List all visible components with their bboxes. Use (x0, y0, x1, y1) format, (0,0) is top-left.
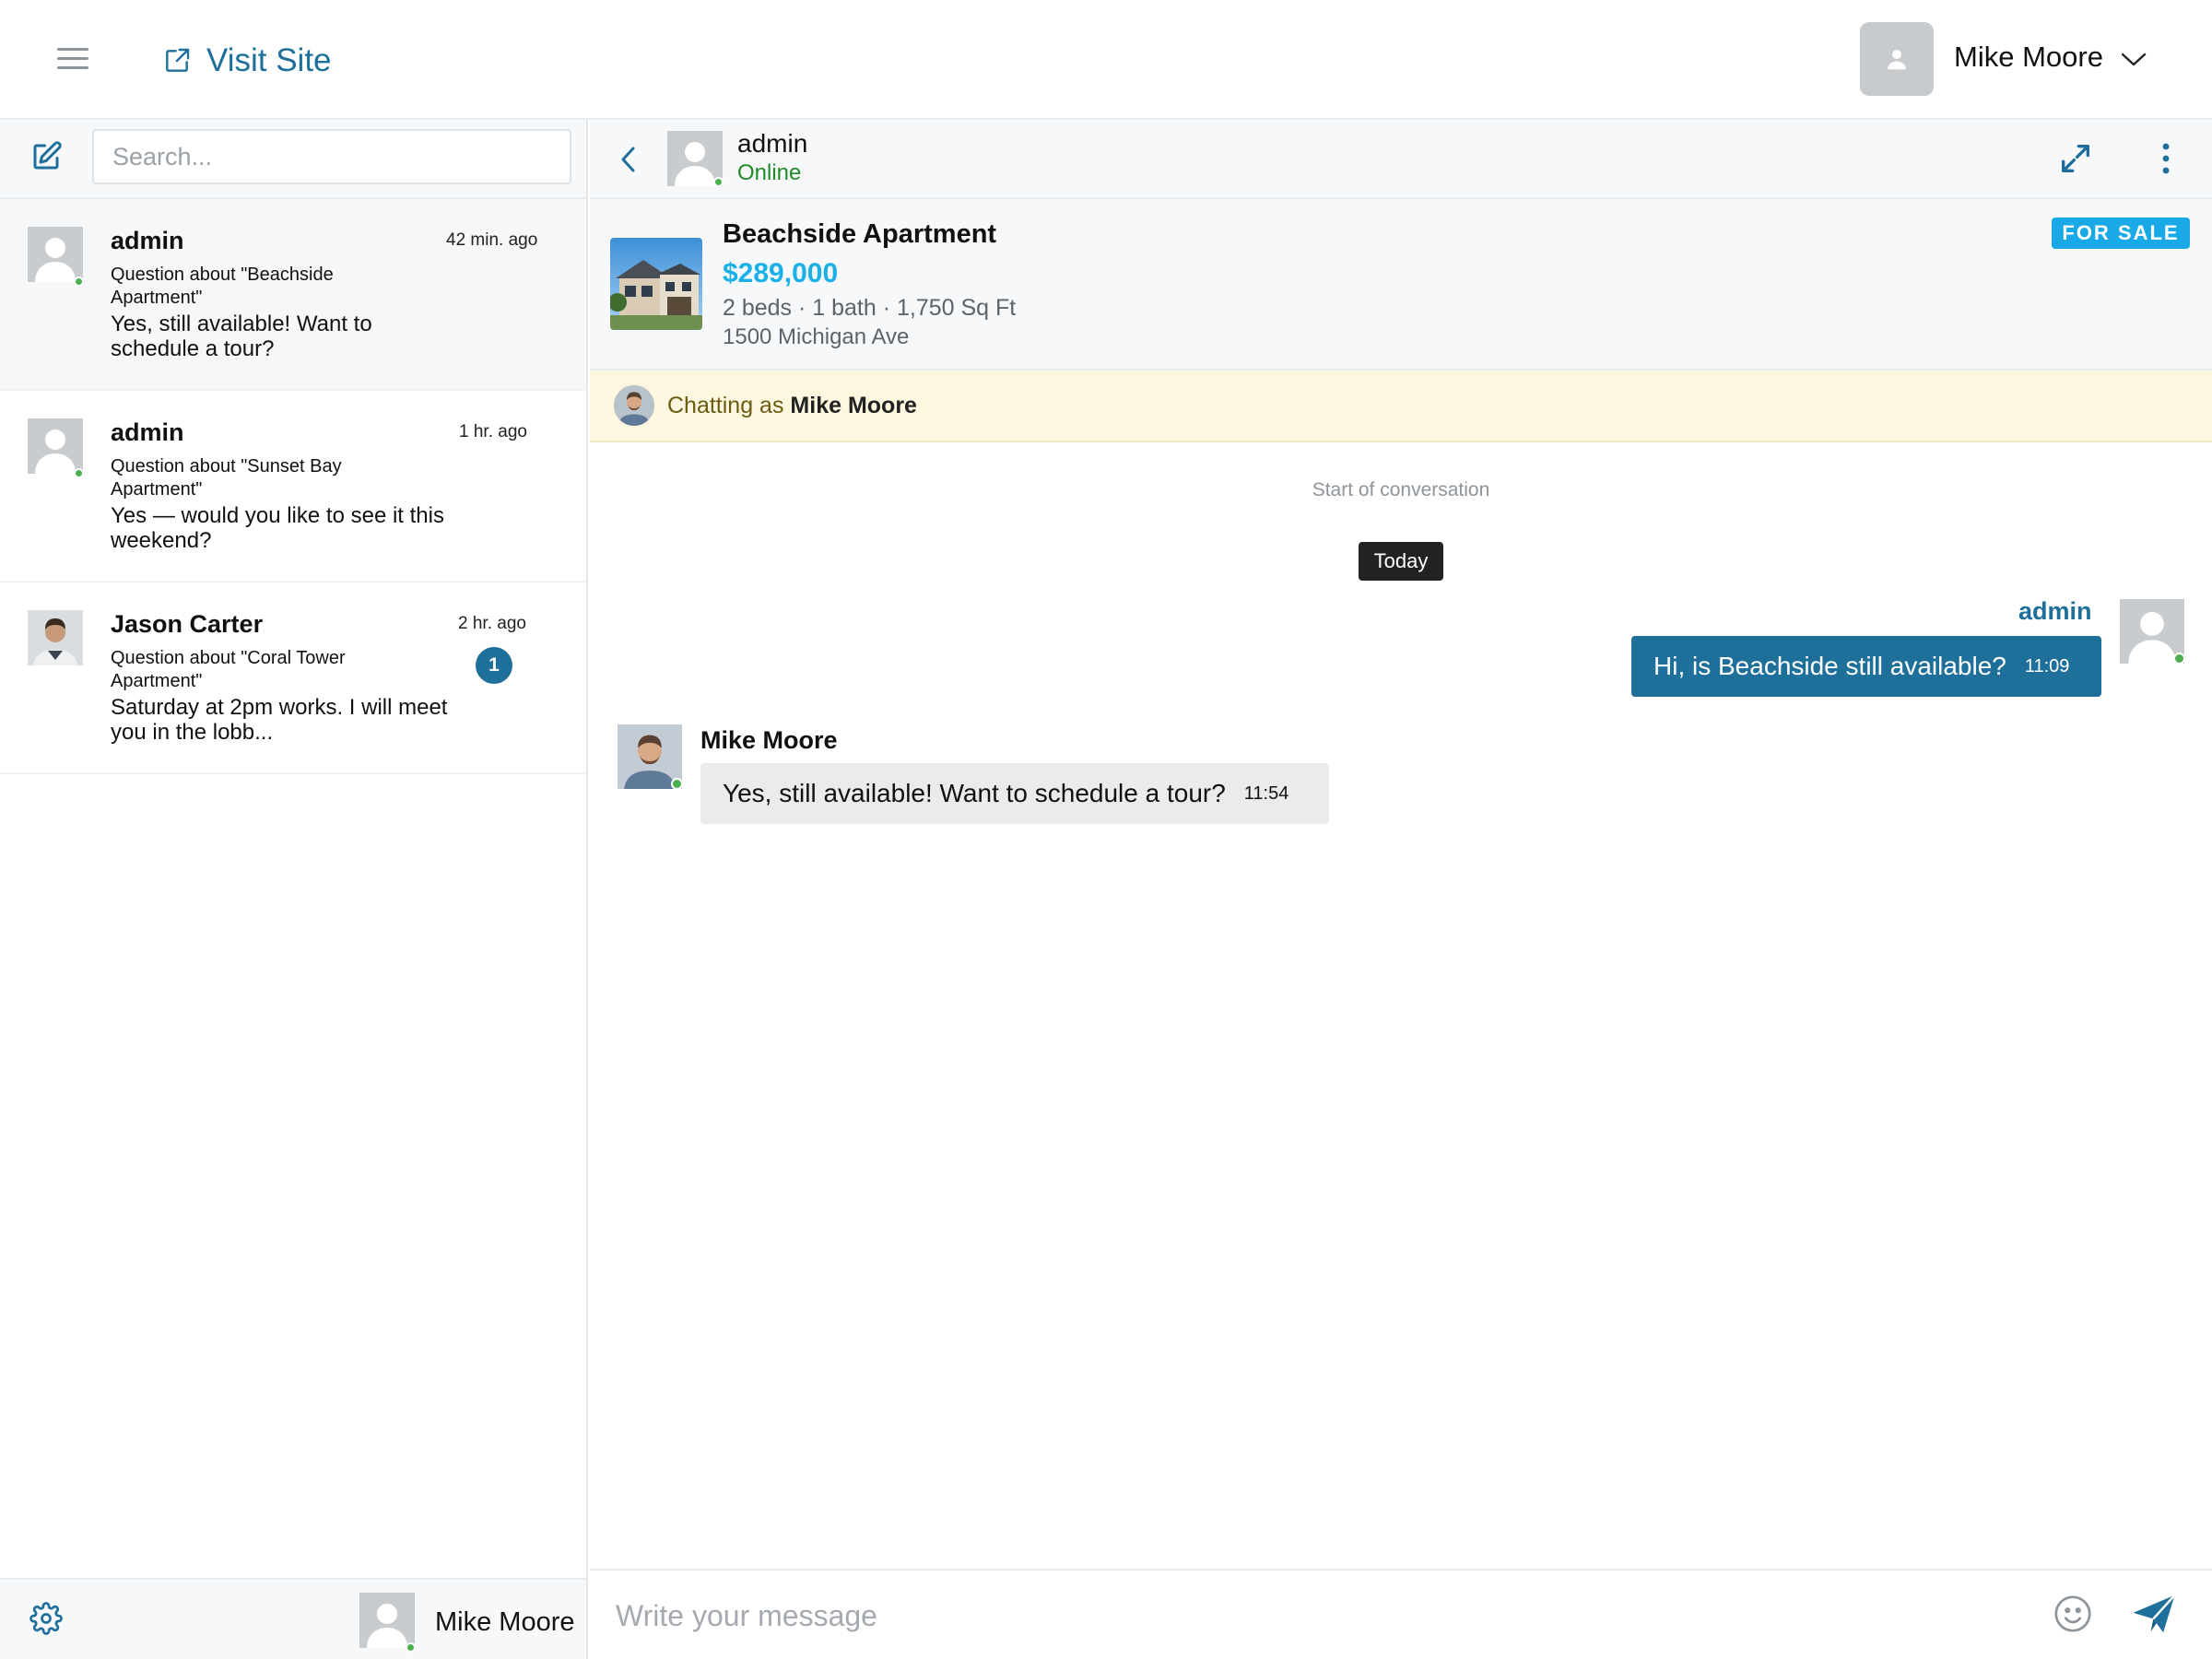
chevron-down-icon[interactable] (2120, 48, 2147, 70)
conversation-time: 2 hr. ago (458, 614, 526, 633)
user-avatar[interactable] (1860, 22, 1934, 96)
conversation-subject: Question about "Beachside Apartment" (111, 265, 334, 308)
message-sender: admin (2018, 597, 2092, 625)
kebab-icon[interactable] (2157, 140, 2175, 177)
search-input[interactable] (92, 129, 571, 184)
status-badge: FOR SALE (2052, 218, 2190, 249)
message-input[interactable] (616, 1589, 2053, 1642)
message-composer (590, 1569, 2212, 1659)
default-avatar-icon (28, 418, 83, 474)
person-photo-icon (28, 610, 83, 665)
conversation-name: Jason Carter (111, 610, 264, 638)
sidebar-footer: Mike Moore (0, 1578, 586, 1659)
default-avatar-icon (28, 227, 83, 282)
conversation-last-message: Saturday at 2pm works. I will meet you i… (111, 695, 448, 745)
online-indicator (406, 1642, 416, 1653)
house-photo-icon (610, 238, 702, 330)
user-icon (1888, 50, 1906, 70)
contact-status: Online (737, 160, 802, 185)
conversation-last-message: Yes — would you like to see it this week… (111, 503, 444, 553)
edit-icon[interactable] (29, 140, 63, 173)
online-indicator (671, 778, 683, 790)
date-divider: Today (1359, 542, 1443, 581)
conversation-item[interactable]: Jason Carter 2 hr. ago Question about "C… (0, 582, 586, 774)
avatar (28, 227, 83, 282)
conversation-subject: Question about "Sunset Bay Apartment" (111, 456, 342, 500)
sidebar-header (0, 120, 586, 199)
chatting-as-name: Mike Moore (790, 393, 917, 418)
listing-address: 1500 Michigan Ave (723, 324, 910, 349)
expand-icon[interactable] (2057, 140, 2094, 177)
contact-name: admin (737, 129, 808, 158)
visit-site-label: Visit Site (206, 42, 332, 78)
online-indicator (74, 468, 84, 478)
conversation-item[interactable]: admin 1 hr. ago Question about "Sunset B… (0, 391, 586, 582)
conversation-time: 1 hr. ago (459, 422, 527, 441)
chatting-as-prefix: Chatting as (667, 393, 784, 418)
online-indicator (2173, 653, 2185, 665)
top-bar: Visit Site Mike Moore (0, 0, 2212, 120)
gear-icon[interactable] (29, 1602, 63, 1635)
message-text: Yes, still available! Want to schedule a… (723, 779, 1226, 807)
message-sender: Mike Moore (700, 726, 838, 754)
chevron-left-icon[interactable] (618, 144, 640, 175)
conversation-name: admin (111, 227, 184, 254)
external-link-icon (166, 48, 190, 72)
current-user-name[interactable]: Mike Moore (435, 1607, 575, 1638)
listing-thumbnail (610, 238, 702, 330)
avatar (28, 418, 83, 474)
listing-price: $289,000 (723, 258, 839, 288)
conversation-last-message: Yes, still available! Want to schedule a… (111, 312, 372, 361)
current-user-avatar[interactable] (359, 1593, 415, 1648)
default-avatar-icon (359, 1593, 415, 1648)
visit-site-link[interactable]: Visit Site (162, 41, 332, 81)
chatting-as-banner: Chatting as Mike Moore (590, 371, 2212, 442)
paper-plane-icon[interactable] (2129, 1589, 2179, 1639)
listing-specs: 2 beds · 1 bath · 1,750 Sq Ft (723, 295, 1017, 321)
listing-card[interactable]: Beachside Apartment $289,000 2 beds · 1 … (590, 199, 2212, 371)
conversation-name: admin (111, 418, 184, 446)
message-time: 11:54 (1243, 782, 1289, 804)
conversation-start-label: Start of conversation (1312, 479, 1490, 500)
chat-header: admin Online (590, 120, 2212, 199)
conversation-subject: Question about "Coral Tower Apartment" (111, 648, 346, 691)
avatar (28, 610, 83, 665)
message-time: 11:09 (2024, 655, 2070, 677)
smiley-icon[interactable] (2052, 1593, 2094, 1635)
message-text: Hi, is Beachside still available? (1653, 652, 2006, 680)
person-photo-icon (614, 385, 654, 426)
conversation-sidebar: admin 42 min. ago Question about "Beachs… (0, 120, 588, 1659)
user-name[interactable]: Mike Moore (1954, 41, 2103, 74)
conversation-item[interactable]: admin 42 min. ago Question about "Beachs… (0, 199, 586, 391)
conversation-time: 42 min. ago (446, 230, 538, 250)
message-bubble-incoming[interactable]: Yes, still available! Want to schedule a… (700, 763, 1329, 824)
listing-title: Beachside Apartment (723, 219, 997, 249)
unread-badge: 1 (476, 647, 512, 684)
message-bubble-outgoing[interactable]: Hi, is Beachside still available? 11:09 (1631, 636, 2101, 697)
chatting-as-text: Chatting as Mike Moore (667, 393, 917, 419)
avatar (614, 385, 654, 426)
online-indicator (713, 177, 724, 187)
hamburger-icon[interactable] (57, 48, 88, 70)
chat-panel: admin Online Beachside Apartment $289,00… (590, 120, 2212, 1659)
online-indicator (74, 276, 84, 287)
